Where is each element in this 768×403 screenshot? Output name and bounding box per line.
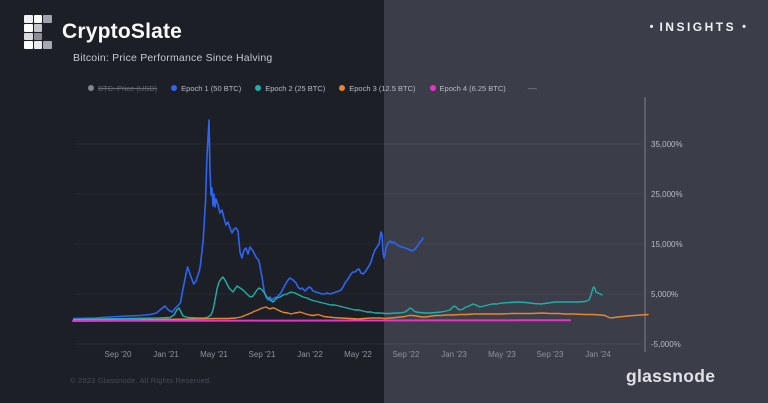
series-line-3 xyxy=(73,320,570,321)
x-axis-tick-label: Jan '22 xyxy=(297,350,323,359)
line-chart[interactable]: 35,000% 25,000% 15,000% 5,000% -5,000% Sep '2… xyxy=(0,0,768,403)
y-axis-tick-label: 35,000% xyxy=(651,140,683,149)
x-axis-tick-label: Jan '21 xyxy=(153,350,179,359)
x-axis-tick-label: Jan '23 xyxy=(441,350,467,359)
x-axis-tick-label: Jan '24 xyxy=(585,350,611,359)
x-axis-tick-label: May '22 xyxy=(344,350,372,359)
x-axis-tick-label: Sep '23 xyxy=(537,350,564,359)
x-axis-tick-label: Sep '20 xyxy=(105,350,132,359)
y-axis-tick-label: -5,000% xyxy=(651,340,681,349)
y-axis-tick-label: 15,000% xyxy=(651,240,683,249)
glassnode-wordmark: glassnode xyxy=(626,366,715,387)
y-axis-tick-label: 5,000% xyxy=(651,290,678,299)
y-axis-tick-label: 25,000% xyxy=(651,190,683,199)
x-axis-tick-label: May '21 xyxy=(200,350,228,359)
x-axis-tick-label: Sep '22 xyxy=(393,350,420,359)
x-axis-tick-label: May '23 xyxy=(488,350,516,359)
insights-page: CryptoSlate Bitcoin: Price Performance S… xyxy=(0,0,768,403)
copyright-text: © 2023 Glassnode. All Rights Reserved. xyxy=(70,376,212,385)
x-axis-tick-label: Sep '21 xyxy=(249,350,276,359)
series-line-0 xyxy=(74,120,423,319)
